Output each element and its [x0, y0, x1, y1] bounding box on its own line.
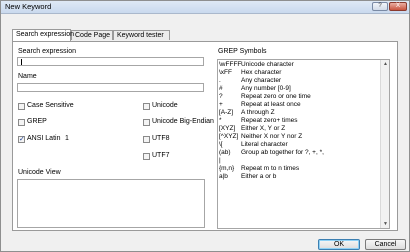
symbol-description: Repeat m to n times	[241, 165, 300, 172]
ansi-latin-label: ANSI Latin	[27, 135, 61, 142]
list-item[interactable]: \[ Literal character	[219, 141, 379, 149]
unicode-big-endian-label: Unicode Big-Endian	[152, 118, 214, 125]
grep-symbols-title: GREP Symbols	[218, 48, 267, 55]
grep-symbols-list[interactable]: \wFFFF Unicode character \xFF Hex characte…	[217, 59, 390, 229]
symbol-description: A through Z	[241, 109, 275, 116]
ansi-latin-checkbox[interactable]: ✓	[18, 136, 25, 143]
symbol: \wFFFF	[219, 61, 242, 68]
list-item[interactable]: \wFFFF Unicode character	[219, 61, 379, 69]
symbol-description: Any character	[241, 77, 282, 84]
symbol: |	[219, 157, 221, 164]
symbol: ?	[219, 93, 223, 100]
symbol-description: Either X, Y or Z	[241, 125, 286, 132]
name-input[interactable]	[17, 83, 204, 92]
list-item[interactable]: |	[219, 157, 379, 165]
title-bar: New Keyword ? X	[1, 1, 409, 14]
search-expression-label: Search expression	[18, 48, 76, 55]
symbol-description: Literal character	[241, 141, 288, 148]
cancel-button[interactable]: Cancel	[365, 239, 406, 250]
symbol: {m,n}	[219, 165, 235, 172]
unicode-checkbox[interactable]	[143, 103, 150, 110]
symbol: [A-Z]	[219, 109, 234, 116]
list-item[interactable]: (ab) Group ab together for ?, +, *,	[219, 149, 379, 157]
grep-label: GREP	[27, 118, 47, 125]
list-item[interactable]: \xFF Hex character	[219, 69, 379, 77]
symbol: \xFF	[219, 69, 232, 76]
symbol-description: Neither X nor Y nor Z	[241, 133, 303, 140]
symbol: +	[219, 101, 223, 108]
new-keyword-dialog: New Keyword ? X Search expression Code P…	[0, 0, 410, 252]
utf8-label: UTF8	[152, 135, 170, 142]
symbol-description: Repeat at least once	[241, 101, 301, 108]
symbol: a|b	[219, 173, 228, 180]
unicode-view-textarea[interactable]	[17, 179, 205, 228]
utf7-label: UTF7	[152, 152, 170, 159]
grep-symbols-scrollbar[interactable]: ▲ ▼	[380, 60, 389, 228]
list-item[interactable]: + Repeat at least once	[219, 101, 379, 109]
symbol: *	[219, 117, 222, 124]
symbol-description: Repeat zero or one time	[241, 93, 311, 100]
unicode-view-label: Unicode View	[18, 169, 61, 176]
symbol-description: Hex character	[241, 69, 282, 76]
symbol-description: Either a or b	[241, 173, 277, 180]
list-item[interactable]: a|b Either a or b	[219, 173, 379, 181]
case-sensitive-checkbox[interactable]	[18, 103, 25, 110]
symbol-description: Unicode character	[241, 61, 294, 68]
name-label: Name	[18, 73, 37, 80]
symbol: [^XYZ]	[219, 133, 239, 140]
text-caret	[21, 59, 22, 65]
scroll-down-arrow-icon[interactable]: ▼	[381, 220, 389, 228]
symbol-description: Group ab together for ?, +, *,	[241, 149, 324, 156]
search-expression-input[interactable]	[17, 57, 204, 66]
symbol: [XYZ]	[219, 125, 236, 132]
symbol: #	[219, 85, 223, 92]
list-item[interactable]: {m,n} Repeat m to n times	[219, 165, 379, 173]
tab-search-expression[interactable]: Search expression	[12, 29, 74, 41]
tab-keyword-tester[interactable]: Keyword tester	[113, 30, 170, 40]
unicode-label: Unicode	[152, 102, 178, 109]
list-item[interactable]: * Repeat zero+ times	[219, 117, 379, 125]
unicode-big-endian-checkbox[interactable]	[143, 119, 150, 126]
tab-code-page[interactable]: Code Page	[71, 30, 113, 40]
window-title: New Keyword	[5, 2, 52, 11]
list-item[interactable]: [A-Z] A through Z	[219, 109, 379, 117]
help-button[interactable]: ?	[372, 2, 388, 11]
list-item[interactable]: . Any character	[219, 77, 379, 85]
ansi-latin-code: 1	[65, 135, 69, 142]
symbol: (ab)	[219, 149, 231, 156]
case-sensitive-label: Case Sensitive	[27, 102, 74, 109]
ok-button[interactable]: OK	[318, 239, 360, 250]
symbol-description: Repeat zero+ times	[241, 117, 298, 124]
list-item[interactable]: [^XYZ] Neither X nor Y nor Z	[219, 133, 379, 141]
symbol-description: Any number [0-9]	[241, 85, 291, 92]
symbol: .	[219, 77, 221, 84]
symbol: \[	[219, 141, 223, 148]
grep-checkbox[interactable]	[18, 119, 25, 126]
list-item[interactable]: ? Repeat zero or one time	[219, 93, 379, 101]
list-item[interactable]: [XYZ] Either X, Y or Z	[219, 125, 379, 133]
utf7-checkbox[interactable]	[143, 153, 150, 160]
scroll-up-arrow-icon[interactable]: ▲	[381, 60, 389, 68]
close-button[interactable]: X	[389, 2, 407, 11]
list-item[interactable]: # Any number [0-9]	[219, 85, 379, 93]
utf8-checkbox[interactable]	[143, 136, 150, 143]
